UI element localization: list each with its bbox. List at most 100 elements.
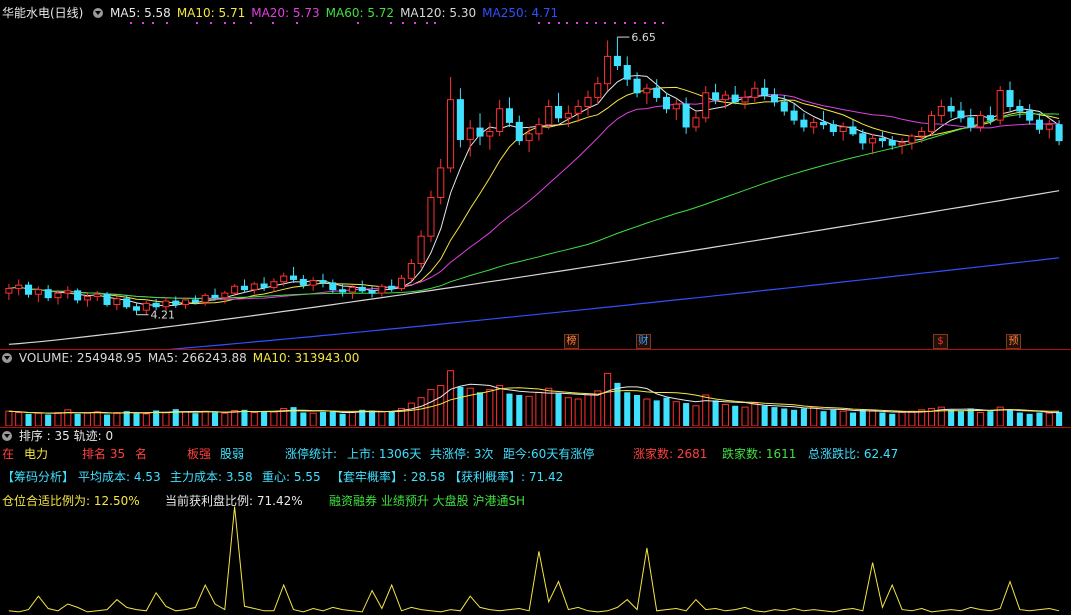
volume-bar-11 [113,412,121,426]
candle-body [800,119,808,128]
volume-bar-31 [309,412,317,426]
candle-body [888,140,896,146]
candle-body [191,299,199,303]
candle-body [299,278,307,286]
candle-42 [417,230,425,269]
candle-3 [34,286,42,303]
volume-bar-5 [54,412,62,426]
candle-67 [662,92,671,114]
candle-18 [182,297,190,310]
dropdown-circle-icon[interactable] [93,8,104,18]
info-row1-item-2: 排名 35 [82,447,126,461]
indicator-panel-header: 排序 : 35 轨迹: 0 [2,428,119,444]
event-marker-2[interactable]: $ [933,334,948,349]
info-row1-item-4: 板强 [187,447,212,461]
dropdown-circle-icon[interactable] [2,431,12,441]
volume-bar-73 [721,403,729,426]
volume-bar-86 [849,412,857,426]
volume-bar-59 [584,394,592,426]
candle-body [554,105,563,119]
candle-body [329,282,337,291]
info-row1-item-11: 跌家数: 1611 [722,447,797,461]
volume-bar-60 [594,390,602,426]
candle-29 [289,266,298,283]
ma-legend-item-4: MA120: 5.30 [400,6,477,20]
candle-35 [348,285,356,299]
candle-body [731,94,739,103]
signal-dot-5 [210,22,212,24]
candle-body [201,294,209,303]
volume-bar-91 [898,412,906,426]
candle-body [447,99,455,169]
volume-bar-107 [1056,411,1063,426]
volume-bar-2 [25,413,32,426]
volume-bar-19 [192,413,199,426]
indicator-chart[interactable] [0,495,1071,615]
volume-bar-55 [545,387,553,426]
candle-body [947,105,955,112]
candle-body [535,124,543,135]
candle-body [672,103,680,110]
candle-106 [1045,120,1053,139]
candle-body [64,290,72,294]
candle-body [986,115,994,121]
candle-body [456,99,464,140]
ma-legend-item-2: MA20: 5.73 [251,6,320,20]
candle-body [751,87,759,98]
volume-bar-79 [781,408,788,426]
info-row1-item-5: 股弱 [220,447,245,461]
candle-body [604,55,612,85]
volume-bar-90 [889,413,896,426]
candle-body [15,284,23,290]
volume-bar-20 [201,410,209,426]
volume-bar-45 [447,370,455,426]
ma5-line [8,74,1060,307]
candle-body [270,281,278,288]
candle-71 [702,86,710,123]
event-marker-0[interactable]: 榜 [564,334,579,349]
candle-body [1026,110,1034,121]
volume-bar-13 [133,413,140,426]
ma-legend-item-3: MA60: 5.72 [325,6,395,20]
candle-6 [64,286,72,299]
candle-body [515,121,523,142]
candle-body [525,133,533,142]
candle-body [790,110,798,121]
volume-bar-78 [771,407,778,426]
volume-bar-81 [800,408,807,426]
volume-bar-92 [908,410,916,426]
volume-bar-48 [476,392,484,426]
candle-body [54,292,62,299]
volume-bar-57 [564,397,572,426]
event-marker-1[interactable]: 财 [636,334,651,349]
volume-bar-70 [692,405,700,426]
candle-78 [770,88,779,107]
signal-dot-19 [558,22,560,24]
event-marker-3[interactable]: 预 [1006,334,1021,349]
signal-dot-26 [624,22,626,24]
candle-body [339,289,347,293]
candle-73 [721,90,729,109]
candle-50 [496,99,504,137]
volume-bar-83 [820,411,827,426]
candlestick-chart[interactable]: 6.65 4.21 [0,20,1071,350]
candle-41 [407,258,415,282]
volume-bar-56 [555,393,562,426]
volume-bar-61 [604,372,612,426]
volume-chart[interactable] [0,366,1071,426]
volume-bar-1 [15,412,23,426]
signal-dot-0 [130,22,132,24]
signal-dot-16 [434,22,436,24]
signal-dot-17 [538,22,540,24]
candle-62 [613,37,621,71]
volume-bar-24 [241,409,248,426]
volume-bar-49 [486,389,494,426]
volume-bar-67 [663,397,670,426]
candle-body [613,55,621,67]
candle-body [123,298,131,308]
info-row2-item-5: 【获利概率】: 71.42 [449,470,564,484]
price-annotation-low: 4.21 [151,309,176,322]
volume-bar-9 [93,411,101,426]
signal-dot-4 [196,22,198,24]
dropdown-circle-icon[interactable] [2,353,12,363]
